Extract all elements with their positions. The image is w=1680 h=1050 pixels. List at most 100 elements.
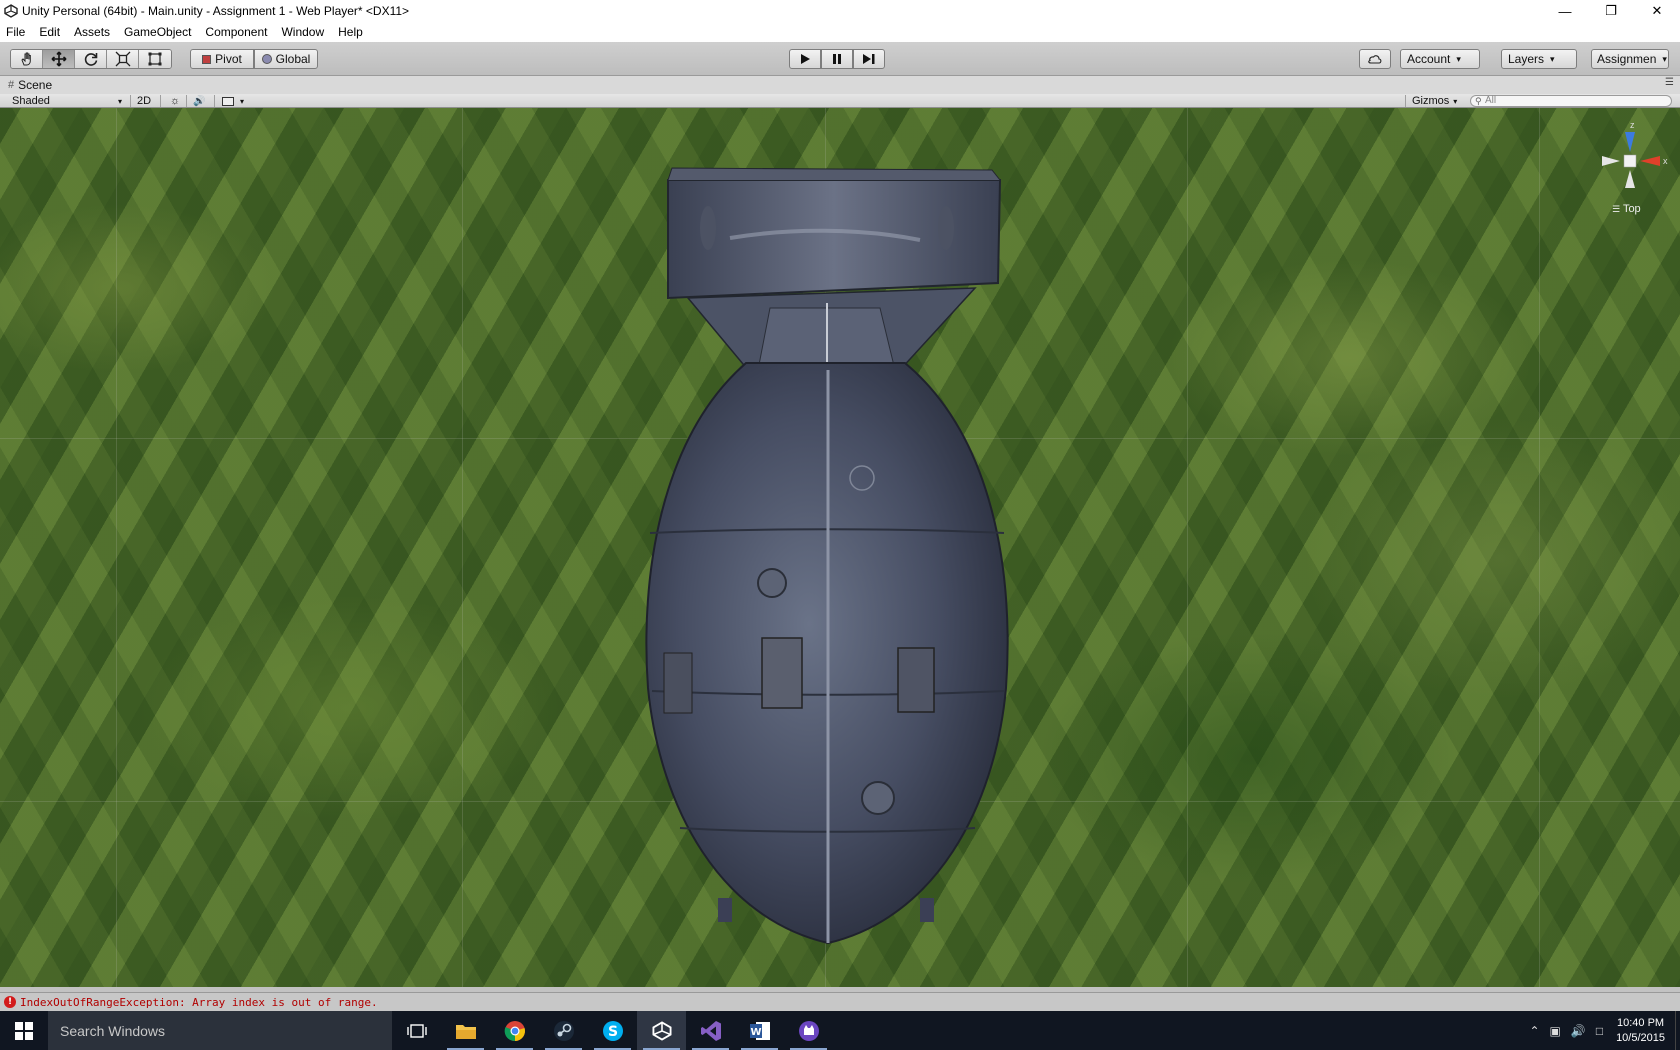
status-bar[interactable]: ! IndexOutOfRangeException: Array index … [0,992,1680,1011]
unity-taskbar-button[interactable] [637,1011,686,1050]
steam-button[interactable] [539,1011,588,1050]
menu-assets[interactable]: Assets [74,25,110,39]
start-button[interactable] [0,1011,48,1050]
play-button[interactable] [789,49,821,69]
clock-time: 10:40 PM [1616,1016,1665,1029]
move-arrows-icon [51,51,66,67]
image-effects-icon [222,96,234,106]
svg-text:S: S [607,1024,617,1040]
taskbar-search-input[interactable]: Search Windows [48,1011,392,1050]
game-app-button[interactable] [784,1011,833,1050]
chrome-icon [504,1020,525,1041]
scene-tab-label: Scene [18,78,53,92]
layout-dropdown[interactable]: Assignmen [1591,49,1669,69]
2d-toggle[interactable]: 2D [137,94,151,108]
chevron-down-icon: ▾ [117,96,122,106]
cloud-icon [1368,55,1382,64]
scene-search-input[interactable]: ⚲ All [1470,95,1672,107]
panel-menu-icon[interactable]: ☰ [1665,77,1674,88]
system-tray: ⌃ ▣ 🔊 □ 10:40 PM 10/5/2015 [1524,1011,1680,1050]
word-icon: W [749,1021,770,1040]
layout-label: Assignmen [1597,52,1657,66]
skype-icon: S [602,1020,623,1041]
menu-gameobject[interactable]: GameObject [124,25,191,39]
windows-logo-icon [15,1021,33,1040]
chevron-down-icon: ▾ [240,96,245,106]
task-view-button[interactable] [392,1011,441,1050]
chevron-down-icon: ▾ [1453,96,1458,106]
steam-icon [553,1020,574,1041]
gizmos-dropdown[interactable]: Gizmos ▾ [1412,94,1457,108]
search-icon: ⚲ [1475,96,1482,106]
pivot-icon [202,54,212,64]
global-label: Global [275,52,311,66]
menu-bar: File Edit Assets GameObject Component Wi… [0,22,1680,42]
skype-button[interactable]: S [588,1011,637,1050]
layers-dropdown[interactable]: Layers [1501,49,1577,69]
minimize-button[interactable]: — [1542,0,1588,22]
volume-icon[interactable]: 🔊 [1571,1024,1586,1038]
menu-edit[interactable]: Edit [39,25,60,39]
speaker-icon: 🔊 [193,95,206,107]
bomb-model[interactable] [0,108,1680,987]
chrome-button[interactable] [490,1011,539,1050]
search-placeholder: All [1485,95,1497,106]
pivot-toggle[interactable]: Pivot [190,49,254,69]
step-button[interactable] [853,49,885,69]
view-direction-label[interactable]: ☰ Top [1612,203,1641,215]
hand-tool-button[interactable] [11,50,43,68]
pause-button[interactable] [821,49,853,69]
transform-tools [10,49,172,69]
error-icon: ! [4,996,16,1008]
globe-icon [261,54,272,64]
audio-toggle[interactable]: 🔊 [193,94,205,108]
window-title: Unity Personal (64bit) - Main.unity - As… [22,4,410,18]
effects-dropdown[interactable]: ▾ [222,94,244,108]
scene-viewport[interactable]: z x ☰ Top [0,108,1680,987]
menu-window[interactable]: Window [281,25,324,39]
unity-icon [652,1020,671,1041]
network-icon[interactable]: ▣ [1550,1024,1561,1038]
word-button[interactable]: W [735,1011,784,1050]
clock-date: 10/5/2015 [1616,1031,1665,1044]
view-label: Top [1622,203,1641,215]
scale-tool-button[interactable] [107,50,139,68]
move-tool-button[interactable] [43,50,75,68]
layers-label: Layers [1508,52,1545,66]
scene-tab-icon: # [8,79,15,91]
account-label: Account [1407,52,1451,66]
account-dropdown[interactable]: Account [1400,49,1480,69]
rotate-tool-button[interactable] [75,50,107,68]
rect-tool-button[interactable] [139,50,171,68]
pivot-label: Pivot [215,52,242,66]
play-icon [801,54,810,64]
close-button[interactable]: ✕ [1634,0,1680,22]
show-desktop-button[interactable] [1675,1011,1680,1050]
game-app-icon [798,1020,819,1041]
shading-mode-dropdown[interactable]: Shaded ▾ [12,94,122,108]
visual-studio-button[interactable] [686,1011,735,1050]
clock[interactable]: 10:40 PM 10/5/2015 [1616,1016,1665,1046]
scene-tab[interactable]: # Scene ☰ [0,76,1680,94]
menu-file[interactable]: File [6,25,25,39]
menu-component[interactable]: Component [205,25,267,39]
global-toggle[interactable]: Global [254,49,318,69]
taskbar-search-placeholder: Search Windows [60,1022,166,1039]
restore-button[interactable]: ❐ [1588,0,1634,22]
rect-transform-icon [148,52,162,66]
hand-icon [20,52,31,66]
view-menu-icon: ☰ [1612,204,1621,214]
visual-studio-icon [700,1020,721,1041]
shading-mode-label: Shaded [12,95,50,107]
2d-label: 2D [137,95,152,107]
toolbar: Pivot Global Account Layers Assignmen [0,42,1680,76]
lighting-toggle[interactable]: ☼ [170,94,180,108]
file-explorer-button[interactable] [441,1011,490,1050]
collab-cloud-button[interactable] [1359,49,1391,69]
gizmos-label: Gizmos [1412,95,1450,107]
notification-icon[interactable]: □ [1596,1024,1603,1038]
scene-toolbar: Shaded ▾ 2D ☼ 🔊 ▾ Gizmos ▾ ⚲ All [0,94,1680,108]
unity-logo-icon [0,0,22,22]
chevron-up-icon[interactable]: ⌃ [1529,1024,1539,1038]
menu-help[interactable]: Help [338,25,363,39]
